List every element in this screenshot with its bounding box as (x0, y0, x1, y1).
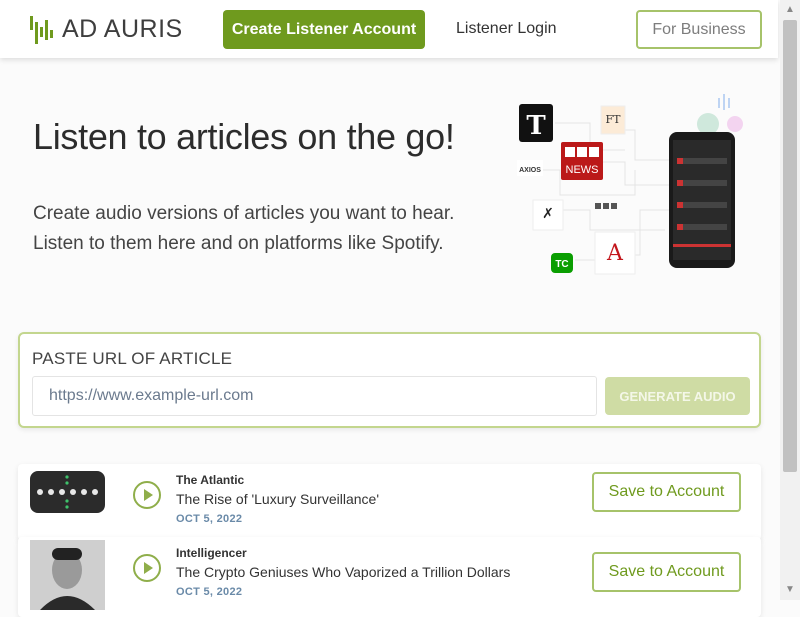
hero-subtitle-line-2: Listen to them here and on platforms lik… (33, 233, 444, 254)
axios-logo: AXIOS (517, 160, 543, 176)
nyt-logo-tile: T (519, 104, 553, 142)
top-navigation-bar: AD AURIS Create Listener Account Listene… (0, 0, 778, 58)
svg-text:NEWS: NEWS (566, 164, 599, 176)
save-to-account-button[interactable]: Save to Account (592, 552, 741, 592)
article-date: OCT 5, 2022 (176, 586, 243, 598)
article-card: The Atlantic The Rise of 'Luxury Surveil… (18, 464, 761, 540)
article-source: Intelligencer (176, 546, 247, 560)
page-scrollbar[interactable]: ▲ ▼ (780, 0, 800, 600)
bbc-small-logo (595, 203, 617, 209)
svg-text:T: T (526, 111, 546, 141)
article-title[interactable]: The Crypto Geniuses Who Vaporized a Tril… (176, 564, 510, 580)
svg-text:A: A (606, 241, 624, 266)
for-business-button[interactable]: For Business (636, 10, 762, 49)
play-icon (144, 562, 153, 574)
ft-logo-tile: FT (600, 105, 626, 135)
svg-text:FT: FT (606, 113, 622, 126)
generate-audio-button[interactable]: GENERATE AUDIO (605, 377, 750, 415)
bbc-news-logo-tile: NEWS (561, 142, 603, 180)
paste-url-label: PASTE URL OF ARTICLE (32, 349, 233, 368)
paste-url-form: PASTE URL OF ARTICLE GENERATE AUDIO (18, 332, 761, 428)
hero-subtitle-line-1: Create audio versions of articles you wa… (33, 203, 455, 224)
play-article-button[interactable] (133, 554, 161, 582)
svg-text:AXIOS: AXIOS (519, 167, 541, 174)
play-icon (144, 489, 153, 501)
publishers-to-phone-illustration: T FT NEWS AXIOS ✗ TC A (517, 94, 743, 275)
listener-login-link[interactable]: Listener Login (456, 20, 557, 38)
article-url-input[interactable] (32, 376, 597, 416)
techcrunch-logo-tile: TC (551, 253, 573, 273)
scroll-down-arrow-icon[interactable]: ▼ (780, 580, 800, 600)
publication-logo-tile: ✗ (532, 199, 564, 231)
hero-title: Listen to articles on the go! (33, 116, 455, 157)
article-card: Intelligencer The Crypto Geniuses Who Va… (18, 537, 761, 617)
logo-bars-icon (30, 14, 54, 44)
save-to-account-button[interactable]: Save to Account (592, 472, 741, 512)
phone-mockup (669, 132, 735, 268)
scrollbar-thumb[interactable] (783, 20, 797, 472)
svg-text:TC: TC (555, 259, 568, 270)
scroll-up-arrow-icon[interactable]: ▲ (780, 0, 800, 20)
article-date: OCT 5, 2022 (176, 513, 243, 525)
create-listener-account-button[interactable]: Create Listener Account (223, 10, 425, 49)
the-atlantic-logo-tile: A (594, 231, 636, 275)
hero-subtitle: Create audio versions of articles you wa… (33, 199, 503, 259)
svg-text:✗: ✗ (542, 206, 554, 222)
article-title[interactable]: The Rise of 'Luxury Surveillance' (176, 491, 379, 507)
article-source: The Atlantic (176, 473, 245, 487)
play-article-button[interactable] (133, 481, 161, 509)
ad-auris-logo[interactable]: AD AURIS (30, 14, 183, 44)
logo-text: AD AURIS (62, 14, 183, 43)
